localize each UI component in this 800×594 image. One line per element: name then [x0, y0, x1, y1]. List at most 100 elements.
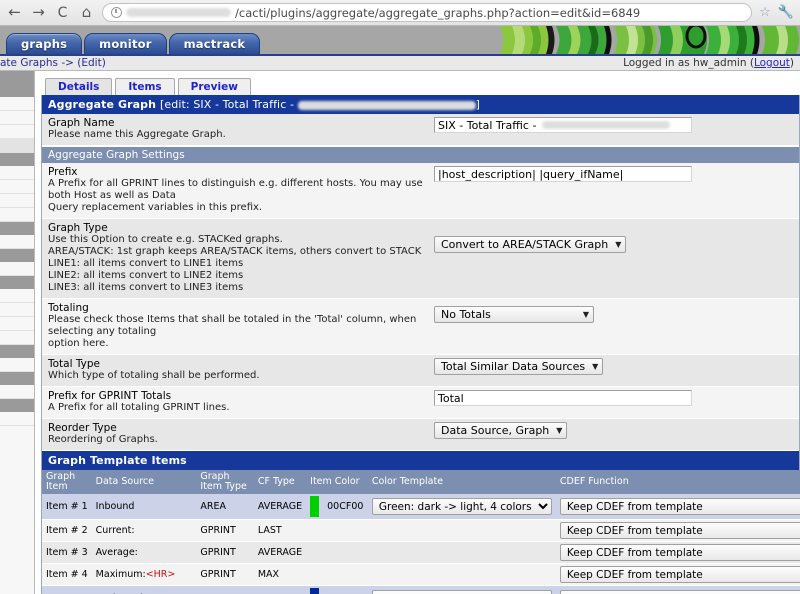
row-color-hex	[323, 541, 368, 564]
graph-type-help-3: LINE1: all items convert to LINE1 items	[48, 258, 244, 269]
graph-type-help-2: AREA/STACK: 1st graph keeps AREA/STACK i…	[48, 246, 422, 257]
url-text: /cacti/plugins/aggregate/aggregate_graph…	[235, 5, 641, 20]
breadcrumb[interactable]: ate Graphs -> (Edit)	[0, 57, 106, 69]
graph-name-control	[428, 117, 793, 133]
sidebar-section-header	[0, 399, 34, 412]
total-type-select[interactable]: Total Similar Data Sources ▼	[434, 358, 604, 375]
sidebar-item-3[interactable]	[0, 111, 34, 125]
tab-items[interactable]: Items	[115, 78, 175, 95]
row-item-number: Item # 5	[42, 585, 92, 594]
sidebar-section-header	[0, 153, 34, 166]
color-template-select[interactable]: Blue: dark -> light, 4 colors	[371, 590, 552, 594]
col-color-template: Color Template	[367, 470, 556, 494]
row-cf-type: AVERAGE	[253, 585, 307, 594]
sidebar-section-header	[0, 276, 34, 289]
graph-type-value: Convert to AREA/STACK Graph	[441, 238, 609, 251]
sidebar-item-18[interactable]: ates	[0, 317, 34, 331]
table-row: Item # 1 Inbound AREA AVERAGE 00CF00 Green: d…	[42, 494, 800, 520]
reorder-type-description: Reorder Type Reordering of Graphs.	[48, 422, 428, 446]
totaling-select[interactable]: No Totals ▼	[434, 306, 594, 323]
sidebar-item-17[interactable]	[0, 303, 34, 317]
row-data-source: Average:	[91, 541, 197, 564]
items-panel-title: Graph Template Items	[42, 451, 799, 470]
table-row: Item # 4 Maximum:<HR> GPRINT MAX Keep CDEF f…	[42, 563, 800, 586]
field-row-gprint-prefix: Prefix for GPRINT Totals A Prefix for al…	[42, 387, 799, 419]
prefix-help-1: A Prefix for all GPRINT lines to disting…	[48, 178, 423, 201]
chevron-down-icon: ▼	[556, 426, 563, 435]
main-content: Details Items Preview Aggregate Graph [e…	[35, 71, 800, 594]
page-info-icon[interactable]	[111, 7, 122, 18]
reorder-type-select[interactable]: Data Source, Graph ▼	[434, 422, 568, 439]
sidebar-item-25[interactable]	[0, 412, 34, 426]
tab-items-label: Items	[128, 81, 162, 93]
address-bar[interactable]: /cacti/plugins/aggregate/aggregate_graph…	[102, 3, 753, 22]
sidebar-item-21[interactable]	[0, 358, 34, 372]
sidebar-item-14[interactable]: ds	[0, 262, 34, 276]
tab-details[interactable]: Details	[45, 78, 113, 95]
sidebar-item-23[interactable]: ant	[0, 385, 34, 399]
breadcrumb-bar: ate Graphs -> (Edit) Logged in as hw_adm…	[0, 54, 800, 71]
app-tab-graphs[interactable]: graphs	[6, 33, 83, 54]
row-color-template: Blue: dark -> light, 4 colors	[367, 585, 556, 594]
back-arrow-icon[interactable]: ←	[6, 4, 23, 21]
cdef-function-select[interactable]: Keep CDEF from template	[559, 566, 800, 583]
sidebar-item-19[interactable]	[0, 331, 34, 345]
settings-subpanel-title: Aggregate Graph Settings	[42, 146, 799, 163]
header-banner-graphic	[490, 26, 800, 54]
tab-preview[interactable]: Preview	[177, 78, 251, 95]
sidebar-section-header	[0, 345, 34, 358]
sidebar-item-7[interactable]	[0, 166, 34, 180]
cdef-function-select[interactable]: Keep CDEF from template	[559, 544, 800, 561]
panel-title-rest: [edit: SIX - Total Traffic -	[160, 98, 298, 111]
cdef-function-select[interactable]: Keep CDEF from template	[559, 522, 800, 539]
graph-name-description: Graph Name Please name this Aggregate Gr…	[48, 117, 428, 141]
row-cdef-function: Keep CDEF from template	[555, 541, 800, 564]
table-row: Item # 3 Average: GPRINT AVERAGE Keep CDEF f…	[42, 541, 800, 564]
sidebar-item-4[interactable]	[0, 125, 34, 139]
chevron-down-icon: ▼	[615, 240, 622, 249]
star-icon[interactable]: ☆	[759, 5, 771, 20]
wrench-icon[interactable]: 🔧	[778, 5, 794, 20]
cdef-function-select[interactable]: Make Stack Negative in Bits	[559, 590, 800, 594]
chevron-down-icon: ▼	[582, 310, 589, 319]
reload-icon[interactable]: C	[54, 4, 71, 21]
sidebar-item-9[interactable]	[0, 194, 34, 208]
sidebar-item-16[interactable]	[0, 289, 34, 303]
aggregate-graph-panel-title: Aggregate Graph [edit: SIX - Total Traff…	[42, 95, 799, 114]
sidebar-item-2[interactable]: ent	[0, 97, 34, 111]
sidebar: ent s s ds ates ant	[0, 71, 35, 594]
logout-link[interactable]: Logout	[754, 57, 790, 69]
app-tab-monitor[interactable]: monitor	[84, 33, 167, 54]
sidebar-section-header	[0, 249, 34, 262]
aggregate-graph-panel: Aggregate Graph [edit: SIX - Total Traff…	[41, 95, 800, 594]
sidebar-item-12[interactable]: s	[0, 235, 34, 249]
browser-toolbar: ← → C ⌂ /cacti/plugins/aggregate/aggrega…	[0, 0, 800, 26]
forward-arrow-icon[interactable]: →	[30, 4, 47, 21]
row-data-source: Outbound	[91, 585, 197, 594]
graph-type-select[interactable]: Convert to AREA/STACK Graph ▼	[434, 236, 627, 253]
row-graph-item-type: AREA	[196, 494, 254, 520]
prefix-label: Prefix	[48, 166, 78, 178]
color-template-select[interactable]: Green: dark -> light, 4 colors	[371, 498, 552, 515]
col-item-color: Item Color	[306, 470, 368, 494]
app-tab-mactrack-label: mactrack	[183, 37, 246, 51]
row-cdef-function: Keep CDEF from template	[555, 494, 800, 520]
total-type-control: Total Similar Data Sources ▼	[428, 358, 793, 375]
total-type-value: Total Similar Data Sources	[441, 360, 586, 373]
sidebar-item-5[interactable]: s	[0, 139, 34, 153]
table-row: Item # 5OutboundLINE1AVERAGE 002A97Blue: …	[42, 585, 800, 594]
prefix-input[interactable]	[434, 166, 692, 182]
table-row: Item # 2 Current: GPRINT LAST Keep CDEF from…	[42, 519, 800, 542]
prefix-description: Prefix A Prefix for all GPRINT lines to …	[48, 166, 428, 214]
graph-type-help-5: LINE3: all items convert to LINE3 items	[48, 282, 244, 293]
sidebar-item-8[interactable]	[0, 180, 34, 194]
app-tab-bar: graphs monitor mactrack	[0, 33, 262, 54]
row-cdef-function: Make Stack Negative in Bits	[555, 585, 800, 594]
app-tab-mactrack[interactable]: mactrack	[168, 33, 261, 54]
gprint-prefix-input[interactable]	[434, 390, 692, 406]
cdef-function-select[interactable]: Keep CDEF from template	[559, 498, 800, 515]
home-icon[interactable]: ⌂	[78, 4, 95, 21]
login-status-prefix: Logged in as hw_admin (	[623, 57, 754, 69]
field-row-prefix: Prefix A Prefix for all GPRINT lines to …	[42, 163, 799, 219]
sidebar-item-10[interactable]	[0, 208, 34, 222]
